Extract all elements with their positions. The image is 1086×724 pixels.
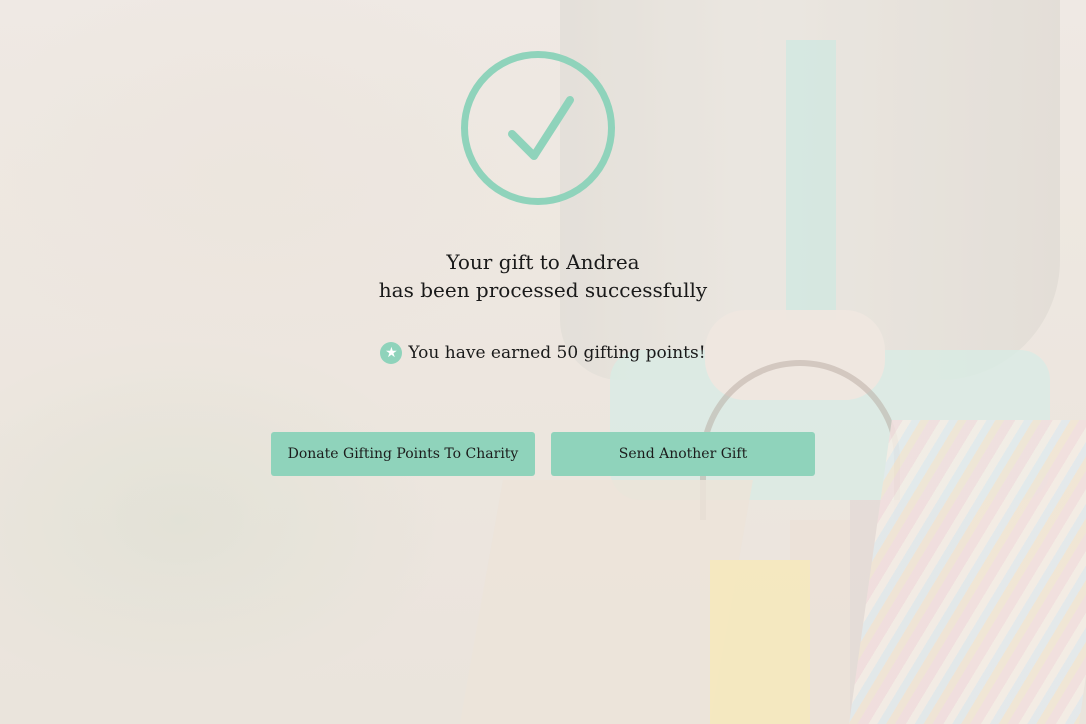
star-icon: ★: [380, 342, 403, 364]
checkmark-icon: [508, 96, 574, 160]
confirmation-message: Your gift to Andrea has been processed s…: [343, 248, 743, 304]
send-another-gift-button[interactable]: Send Another Gift: [551, 432, 815, 476]
points-notice: ★ You have earned 50 gifting points!: [343, 342, 743, 364]
points-text: You have earned 50 gifting points!: [408, 343, 706, 363]
donate-points-button[interactable]: Donate Gifting Points To Charity: [271, 432, 535, 476]
donate-points-label: Donate Gifting Points To Charity: [287, 446, 519, 462]
confirmation-line-2: has been processed successfully: [378, 278, 708, 302]
confirmation-line-1: Your gift to Andrea: [446, 250, 640, 274]
check-circle-icon: [461, 51, 615, 205]
send-another-gift-label: Send Another Gift: [618, 446, 748, 462]
